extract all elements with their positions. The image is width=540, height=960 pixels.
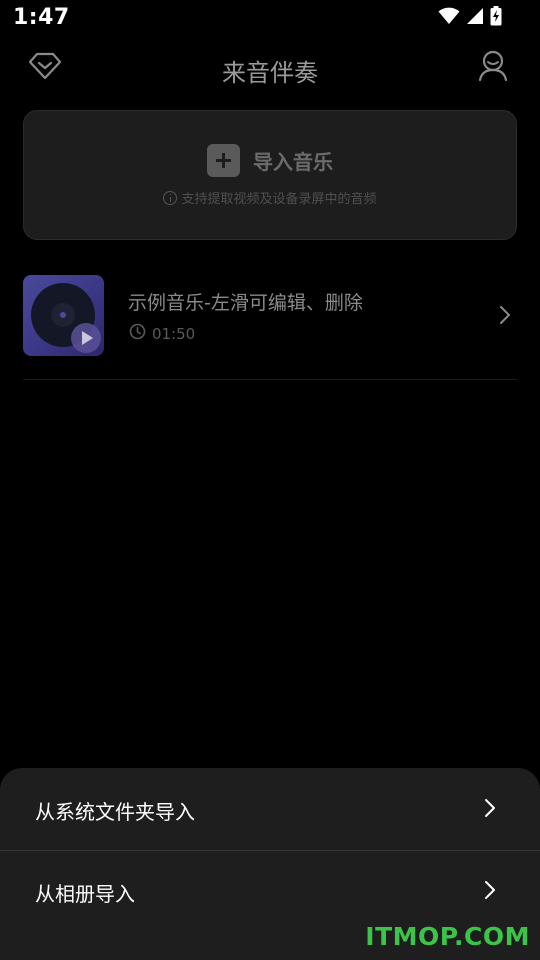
import-music-label: 导入音乐 bbox=[253, 150, 333, 174]
play-icon bbox=[71, 323, 101, 353]
song-title: 示例音乐-左滑可编辑、删除 bbox=[128, 292, 363, 314]
chevron-right-icon bbox=[499, 305, 511, 329]
import-hint-text: 支持提取视频及设备录屏中的音频 bbox=[181, 192, 377, 207]
chevron-right-icon bbox=[484, 880, 496, 904]
import-from-files-option[interactable]: 从系统文件夹导入 bbox=[0, 768, 540, 850]
plus-icon bbox=[207, 144, 240, 177]
page-title: 来音伴奏 bbox=[222, 59, 318, 87]
wifi-icon bbox=[438, 7, 460, 25]
status-bar: 1:47 bbox=[0, 0, 540, 38]
import-from-album-option[interactable]: 从相册导入 bbox=[0, 850, 540, 932]
import-from-album-label: 从相册导入 bbox=[35, 882, 135, 906]
import-hint-row: 支持提取视频及设备录屏中的音频 bbox=[24, 188, 516, 207]
status-time: 1:47 bbox=[13, 5, 70, 30]
app-screen: 1:47 来音伴奏 导入音乐 支持提取视频及设备录屏中的音频 示例音乐-左滑可编… bbox=[0, 0, 540, 960]
song-meta: 01:50 bbox=[129, 323, 195, 344]
import-music-row: 导入音乐 bbox=[24, 144, 516, 177]
chevron-right-icon bbox=[484, 798, 496, 822]
import-music-card[interactable]: 导入音乐 支持提取视频及设备录屏中的音频 bbox=[23, 110, 517, 240]
clock-icon bbox=[129, 323, 146, 344]
battery-charging-icon bbox=[490, 6, 502, 26]
info-icon bbox=[163, 190, 178, 205]
status-icons bbox=[438, 6, 502, 26]
app-header: 来音伴奏 bbox=[0, 44, 540, 92]
cellular-signal-icon bbox=[466, 7, 484, 25]
profile-icon bbox=[478, 50, 508, 86]
song-list-item[interactable]: 示例音乐-左滑可编辑、删除 01:50 bbox=[23, 275, 517, 357]
song-cover bbox=[23, 275, 104, 356]
profile-button[interactable] bbox=[476, 50, 510, 86]
list-divider bbox=[23, 379, 517, 380]
song-duration: 01:50 bbox=[152, 324, 196, 343]
watermark: ITMOP.COM bbox=[365, 922, 530, 951]
import-from-files-label: 从系统文件夹导入 bbox=[35, 800, 195, 824]
